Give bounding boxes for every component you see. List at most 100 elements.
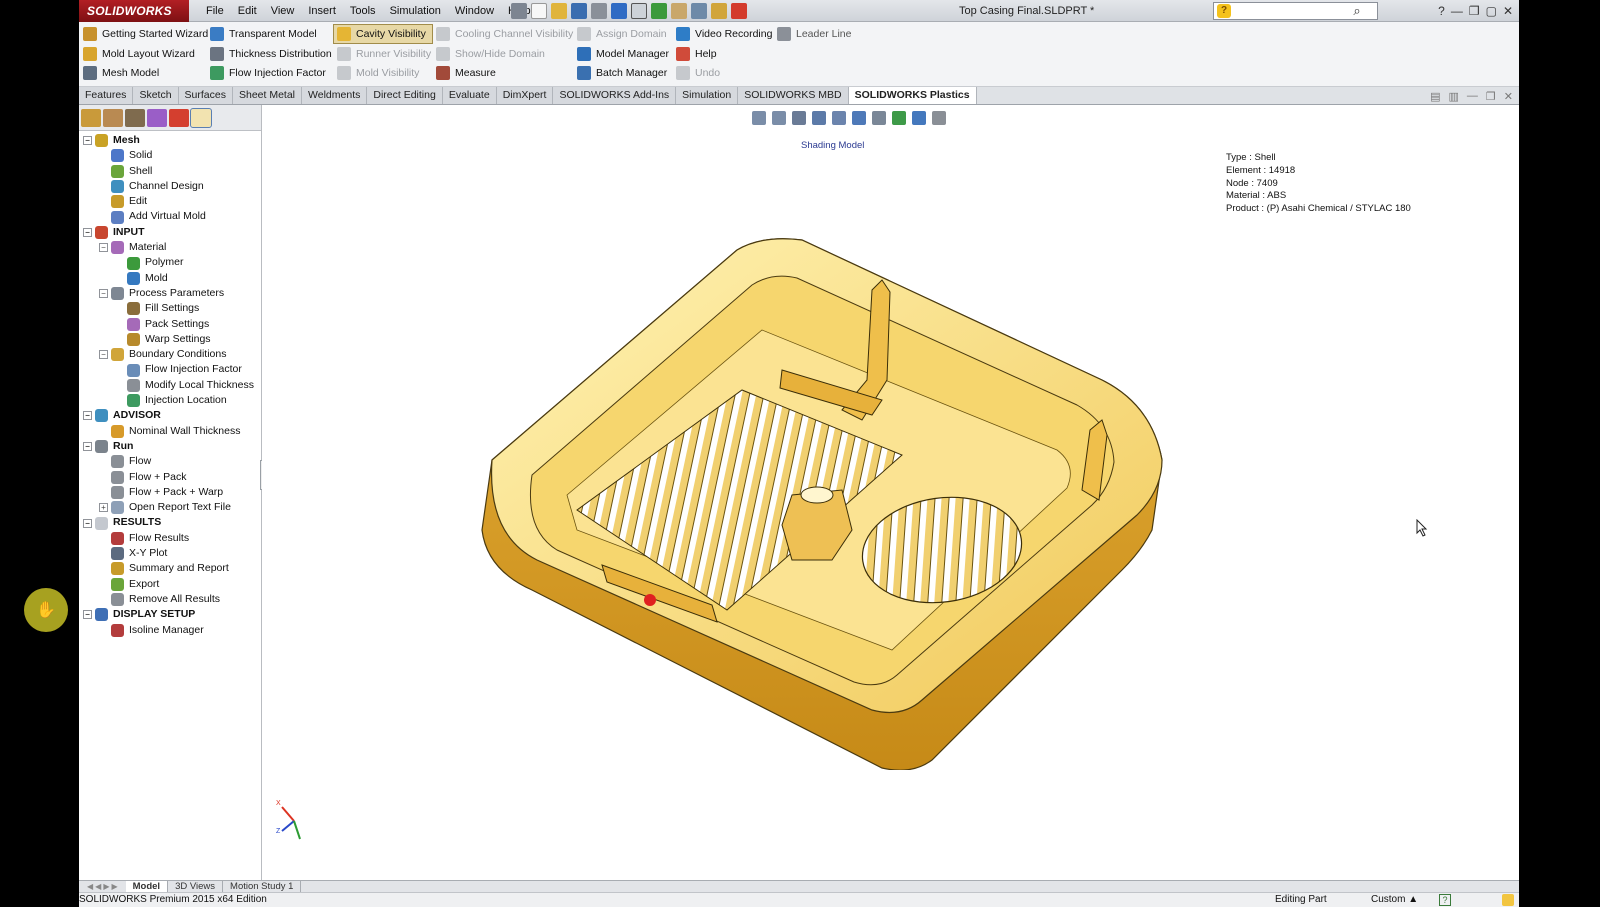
tab-features[interactable]: Features [79,87,134,104]
flow-injection-factor-button[interactable]: Flow Injection Factor [210,64,326,82]
tab-dimxpert[interactable]: DimXpert [496,87,554,104]
doc-close-icon[interactable]: ✕ [1504,90,1513,103]
menu-simulation[interactable]: Simulation [383,0,448,22]
print-icon[interactable] [591,3,607,19]
thickness-distribution-button[interactable]: Thickness Distribution [210,45,332,63]
undo-button[interactable]: Undo [676,64,720,82]
tree-item-warp-settings[interactable]: Warp Settings [79,332,261,347]
cascade-icon[interactable]: ▥ [1449,90,1459,103]
tab-sheet-metal[interactable]: Sheet Metal [232,87,303,104]
appearance-icon[interactable] [892,111,906,125]
tab-mbd[interactable]: SOLIDWORKS MBD [738,87,849,104]
mesh-model-button[interactable]: Mesh Model [83,64,159,82]
tree-item-fill-settings[interactable]: Fill Settings [79,301,261,316]
close-document-icon[interactable] [731,3,747,19]
app-logo[interactable]: SOLIDWORKS [79,0,189,22]
tree-item-process-parameters[interactable]: − Process Parameters [79,286,261,301]
tree-item-boundary-conditions[interactable]: − Boundary Conditions [79,347,261,362]
tree-item-material[interactable]: − Material [79,240,261,255]
rebuild-icon[interactable] [651,3,667,19]
tree-item-summary-and-report[interactable]: Summary and Report [79,561,261,576]
close-icon[interactable]: ✕ [1503,0,1513,22]
tree-item-display-setup[interactable]: − DISPLAY SETUP [79,607,261,622]
tree-item-edit[interactable]: Edit [79,194,261,209]
tree-item-flow-injection-factor[interactable]: Flow Injection Factor [79,362,261,377]
tree-item-results[interactable]: − RESULTS [79,515,261,530]
save-icon[interactable] [571,3,587,19]
feature-manager-tab-icon[interactable] [81,109,101,127]
tab-motion-study[interactable]: Motion Study 1 [223,881,302,892]
select-pointer-icon[interactable] [631,3,647,19]
video-recording-button[interactable]: Video Recording [676,25,772,43]
tab-direct-editing[interactable]: Direct Editing [367,87,443,104]
restore-icon[interactable]: ❐ [1469,0,1480,22]
tree-item-isoline-manager[interactable]: Isoline Manager [79,623,261,638]
expand-toggle-icon[interactable]: − [83,518,92,528]
getting-started-wizard-button[interactable]: Getting Started Wizard [83,25,208,43]
zoom-to-area-icon[interactable] [772,111,786,125]
search-icon[interactable]: ⌕ [1349,3,1365,19]
open-folder-icon[interactable] [551,3,567,19]
menu-tools[interactable]: Tools [343,0,383,22]
expand-toggle-icon[interactable]: − [83,136,92,146]
view-settings-icon[interactable] [932,111,946,125]
tab-sketch[interactable]: Sketch [133,87,179,104]
tree-item-solid[interactable]: Solid [79,148,261,163]
tree-item-pack-settings[interactable]: Pack Settings [79,317,261,332]
tree-item-remove-all-results[interactable]: Remove All Results [79,592,261,607]
tab-addins[interactable]: SOLIDWORKS Add-Ins [553,87,677,104]
previous-view-icon[interactable] [792,111,806,125]
tree-item-run[interactable]: − Run [79,439,261,454]
tab-3d-views[interactable]: 3D Views [168,881,224,892]
injection-location-marker[interactable] [644,594,656,606]
expand-toggle-icon[interactable]: − [83,227,92,237]
tree-item-polymer[interactable]: Polymer [79,255,261,270]
mold-layout-wizard-button[interactable]: Mold Layout Wizard [83,45,195,63]
tree-item-shell[interactable]: Shell [79,164,261,179]
tree-item-add-virtual-mold[interactable]: Add Virtual Mold [79,209,261,224]
menu-file[interactable]: File [199,0,231,22]
expand-toggle-icon[interactable]: − [83,442,92,452]
menu-edit[interactable]: Edit [231,0,264,22]
expand-toggle-icon[interactable]: − [99,243,108,253]
tab-model[interactable]: Model [125,881,169,892]
tree-item-export[interactable]: Export [79,577,261,592]
assign-domain-button[interactable]: Assign Domain [577,25,667,43]
tab-scroll-arrows[interactable]: ◀ ◀ ▶ ▶ [79,882,126,891]
mold-visibility-button[interactable]: Mold Visibility [337,64,419,82]
property-manager-tab-icon[interactable] [103,109,123,127]
cavity-visibility-button[interactable]: Cavity Visibility [333,24,433,44]
maximize-icon[interactable]: ▢ [1486,0,1497,22]
section-view-icon[interactable] [812,111,826,125]
tree-item-injection-location[interactable]: Injection Location [79,393,261,408]
help-button[interactable]: Help [676,45,717,63]
help-question-icon[interactable]: ? [1438,0,1445,22]
display-style-icon[interactable] [872,111,886,125]
tree-item-x-y-plot[interactable]: X-Y Plot [79,546,261,561]
tree-item-flow[interactable]: Flow [79,454,261,469]
new-document-icon[interactable] [531,3,547,19]
doc-restore-icon[interactable]: ❐ [1486,90,1496,103]
file-properties-icon[interactable] [671,3,687,19]
configuration-tab-icon[interactable] [125,109,145,127]
tree-item-modify-local-thickness[interactable]: Modify Local Thickness [79,378,261,393]
dimxpert-tab-icon[interactable] [147,109,167,127]
tree-item-mesh[interactable]: − Mesh [79,133,261,148]
plastics-manager-tab-icon[interactable] [190,108,212,128]
tab-plastics[interactable]: SOLIDWORKS Plastics [848,87,977,104]
tab-simulation[interactable]: Simulation [676,87,739,104]
dynamic-annotation-icon[interactable] [832,111,846,125]
expand-toggle-icon[interactable]: − [83,610,92,620]
model-manager-button[interactable]: Model Manager [577,45,669,63]
tree-item-flow-pack[interactable]: Flow + Pack [79,470,261,485]
tree-item-input[interactable]: − INPUT [79,225,261,240]
expand-toggle-icon[interactable]: − [83,411,92,421]
menu-insert[interactable]: Insert [301,0,343,22]
measure-button[interactable]: Measure [436,64,496,82]
graphics-area[interactable]: Shading Model Type : Shell Element : 149… [262,105,1519,880]
tree-item-nominal-wall-thickness[interactable]: Nominal Wall Thickness [79,424,261,439]
status-help-icon[interactable]: ? [1439,894,1451,906]
tree-item-flow-results[interactable]: Flow Results [79,531,261,546]
tab-weldments[interactable]: Weldments [302,87,368,104]
tile-icon[interactable]: ▤ [1430,90,1440,103]
